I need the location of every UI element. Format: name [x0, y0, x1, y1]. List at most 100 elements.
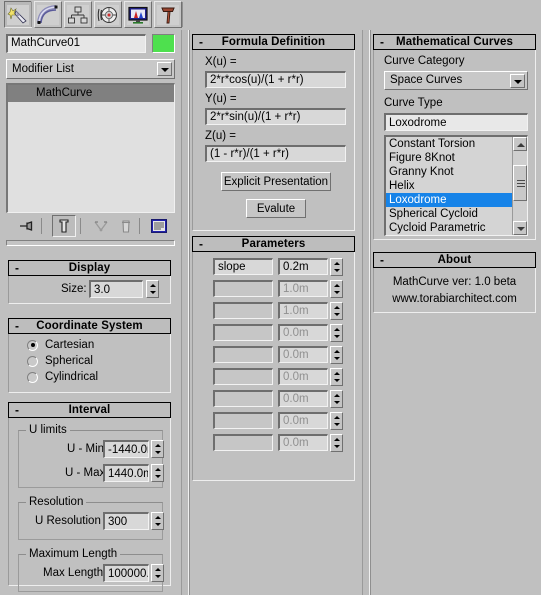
create-tab[interactable] [4, 1, 32, 28]
parameter-name-input[interactable] [213, 434, 273, 451]
parameter-value-input[interactable]: 1.0m [278, 302, 328, 319]
object-name-input[interactable]: MathCurve01 [6, 34, 146, 53]
parameter-name-input[interactable] [213, 412, 273, 429]
collapse-icon[interactable]: - [199, 36, 203, 49]
parameter-value-input[interactable]: 0.0m [278, 346, 328, 363]
parameter-value-input[interactable]: 0.0m [278, 412, 328, 429]
radio-cylindrical[interactable]: Cylindrical [27, 371, 98, 383]
parameter-spinner[interactable] [330, 280, 343, 298]
panel-scroll-rail-left[interactable] [181, 30, 189, 595]
u-resolution-spinner[interactable] [151, 512, 164, 530]
parameter-value-input[interactable]: 0.0m [278, 434, 328, 451]
motion-tab[interactable] [94, 1, 122, 28]
parameter-name-input[interactable]: slope [213, 258, 273, 275]
parameter-name-input[interactable] [213, 346, 273, 363]
coordinate-system-rollout: - Coordinate System Cartesian Spherical … [8, 318, 171, 394]
show-end-result-button[interactable] [52, 215, 76, 237]
modifier-list-dropdown[interactable]: Modifier List [6, 59, 175, 79]
list-item[interactable]: Granny Knot [386, 165, 527, 179]
scroll-up-arrow-icon[interactable] [513, 137, 527, 151]
list-item[interactable]: Spherical Cycloid [386, 207, 527, 221]
list-item[interactable]: Constant Torsion [386, 137, 527, 151]
scrollbar-thumb[interactable] [513, 165, 527, 201]
parameter-value-input[interactable]: 1.0m [278, 280, 328, 297]
parameter-name-input[interactable] [213, 324, 273, 341]
collapse-icon[interactable]: - [380, 36, 384, 49]
list-item-selected[interactable]: Loxodrome [386, 193, 527, 207]
radio-dot-icon [27, 355, 38, 367]
curve-type-input[interactable]: Loxodrome [384, 113, 528, 131]
parameter-spinner[interactable] [330, 368, 343, 386]
size-label: Size: [61, 283, 87, 295]
modifier-stack-list[interactable]: MathCurve [6, 83, 175, 213]
parameter-name-input[interactable] [213, 280, 273, 297]
max-length-spinner[interactable] [151, 564, 164, 582]
hierarchy-tab[interactable] [64, 1, 92, 28]
configure-modifier-sets-button[interactable] [147, 215, 171, 237]
modify-tab[interactable] [34, 1, 62, 28]
y-formula-input[interactable]: 2*r*sin(u)/(1 + r*r) [205, 108, 346, 125]
mathematical-curves-rollout-header[interactable]: - Mathematical Curves [373, 34, 536, 50]
chevron-down-icon[interactable] [510, 74, 525, 88]
resolution-group: Resolution U Resolution 300 [18, 496, 164, 540]
curve-type-list[interactable]: Constant Torsion Figure 8Knot Granny Kno… [384, 135, 528, 236]
curve-category-dropdown[interactable]: Space Curves [384, 71, 528, 90]
parameter-value-input[interactable]: 0.0m [278, 324, 328, 341]
parameter-name-input[interactable] [213, 390, 273, 407]
list-item[interactable]: Figure 8Knot [386, 151, 527, 165]
modifier-stack-item[interactable]: MathCurve [8, 85, 174, 102]
radio-spherical[interactable]: Spherical [27, 355, 93, 367]
display-tab[interactable] [124, 1, 152, 28]
u-min-input[interactable]: -1440.0m [103, 440, 149, 458]
remove-modifier-button[interactable] [114, 215, 138, 237]
evaluate-button[interactable]: Evalute [246, 199, 306, 218]
collapse-icon[interactable]: - [15, 262, 19, 275]
collapse-icon[interactable]: - [15, 320, 19, 333]
parameter-spinner[interactable] [330, 412, 343, 430]
parameter-value-input[interactable]: 0.0m [278, 368, 328, 385]
chevron-down-icon[interactable] [157, 62, 172, 76]
formula-definition-rollout-header[interactable]: - Formula Definition [192, 34, 355, 50]
coordinate-system-rollout-title: Coordinate System [36, 320, 143, 332]
pin-stack-button[interactable] [14, 215, 38, 237]
parameter-spinner[interactable] [330, 302, 343, 320]
display-rollout: - Display Size: 3.0 [8, 260, 171, 305]
list-item[interactable]: Cycloid Parametric [386, 221, 527, 235]
panel-scroll-rail-right[interactable] [362, 30, 370, 595]
parameters-rollout-header[interactable]: - Parameters [192, 236, 355, 252]
make-unique-button[interactable] [89, 215, 113, 237]
x-formula-input[interactable]: 2*r*cos(u)/(1 + r*r) [205, 71, 346, 88]
curve-list-scrollbar[interactable] [512, 137, 527, 235]
display-rollout-header[interactable]: - Display [8, 260, 171, 276]
parameter-spinner[interactable] [330, 434, 343, 452]
object-color-swatch[interactable] [152, 34, 175, 53]
parameter-name-input[interactable] [213, 302, 273, 319]
radio-cartesian[interactable]: Cartesian [27, 339, 94, 351]
u-max-spinner[interactable] [151, 464, 164, 482]
collapse-icon[interactable]: - [199, 238, 203, 251]
size-spinner[interactable] [146, 280, 159, 298]
parameter-spinner[interactable] [330, 324, 343, 342]
collapse-icon[interactable]: - [15, 404, 19, 417]
parameter-spinner[interactable] [330, 346, 343, 364]
max-length-input[interactable]: 100000.0m [103, 564, 149, 582]
u-max-input[interactable]: 1440.0m [103, 464, 149, 482]
parameter-value-input[interactable]: 0.2m [278, 258, 328, 275]
z-formula-input[interactable]: (1 - r*r)/(1 + r*r) [205, 145, 346, 162]
size-input[interactable]: 3.0 [89, 280, 143, 298]
interval-rollout-header[interactable]: - Interval [8, 402, 171, 418]
parameter-value-input[interactable]: 0.0m [278, 390, 328, 407]
about-rollout-header[interactable]: - About [373, 252, 536, 268]
modifier-stack-scrollbar[interactable] [6, 240, 175, 246]
parameter-name-input[interactable] [213, 368, 273, 385]
parameter-spinner[interactable] [330, 390, 343, 408]
u-resolution-input[interactable]: 300 [103, 512, 149, 530]
coordinate-system-rollout-header[interactable]: - Coordinate System [8, 318, 171, 334]
explicit-presentation-button[interactable]: Explicit Presentation [221, 172, 331, 191]
parameter-spinner[interactable] [330, 258, 343, 276]
utilities-tab[interactable] [154, 1, 182, 28]
scroll-down-arrow-icon[interactable] [513, 221, 527, 235]
u-min-spinner[interactable] [151, 440, 164, 458]
list-item[interactable]: Helix [386, 179, 527, 193]
collapse-icon[interactable]: - [380, 254, 384, 267]
